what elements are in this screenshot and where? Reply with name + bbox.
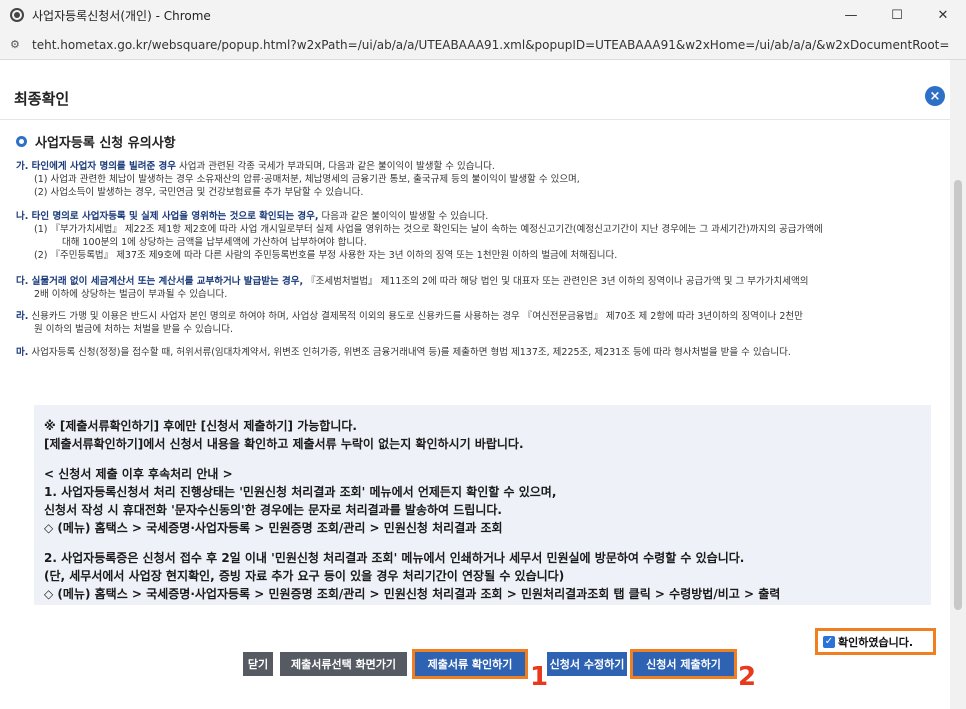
submit-application-button[interactable]: 신청서 제출하기 — [630, 649, 737, 679]
notice-text: 사업자등록 신청(정정)을 접수할 때, 허위서류(임대차계약서, 위변조 인허… — [28, 347, 791, 358]
notice-sub: (1) 『부가가치세법』 제22조 제1항 제2호에 따라 사업 개시일로부터 … — [34, 224, 823, 235]
section-title-text: 사업자등록 신청 유의사항 — [35, 136, 176, 151]
notice-lead: 마. — [16, 347, 29, 358]
window-close-button[interactable]: ✕ — [920, 0, 966, 30]
close-button[interactable]: 닫기 — [243, 652, 273, 676]
notice-sub: 대해 100분의 1에 상당하는 금액을 납부세액에 가산하여 납부하여야 합니… — [62, 237, 367, 248]
info-line: ◇ (메뉴) 홈택스 > 국세증명·사업자등록 > 민원증명 조회/관리 > 민… — [44, 587, 781, 601]
info-line: ※ [제출서류확인하기] 후에만 [신청서 제출하기] 가능합니다. — [44, 419, 357, 433]
notice-sub: 2배 이하에 상당하는 벌금이 부과될 수 있습니다. — [34, 289, 228, 300]
notice-sub: (1) 사업과 관련한 체납이 발생하는 경우 소유재산의 압류·공매처분, 체… — [34, 174, 580, 185]
notice-lead: 가. 타인에게 사업자 명의를 빌려준 경우 — [16, 161, 176, 172]
info-line: 1. 사업자등록신청서 처리 진행상태는 '민원신청 처리결과 조회' 메뉴에서… — [44, 485, 557, 499]
doc-select-button[interactable]: 제출서류선택 화면가기 — [280, 652, 407, 676]
info-line: ◇ (메뉴) 홈택스 > 국세증명·사업자등록 > 민원증명 조회/관리 > 민… — [44, 521, 503, 535]
check-icon[interactable]: ✓ — [823, 635, 835, 648]
maximize-button[interactable]: ☐ — [874, 0, 920, 30]
site-info-icon[interactable]: ⚙ — [10, 38, 24, 51]
step-marker-1: 1 — [530, 662, 549, 692]
notice-c: 다. 실물거래 없이 세금계산서 또는 계산서를 교부하거나 발급받는 경우, … — [16, 275, 941, 301]
page-scrollbar[interactable] — [950, 60, 966, 709]
confirm-checkbox[interactable]: ✓ 확인하였습니다. — [815, 628, 936, 655]
address-bar: ⚙ teht.hometax.go.kr/websquare/popup.htm… — [0, 30, 966, 60]
window-controls: — ☐ ✕ — [828, 0, 966, 30]
notice-e: 마. 사업자등록 신청(정정)을 접수할 때, 허위서류(임대차계약서, 위변조… — [16, 346, 941, 359]
confirm-label: 확인하였습니다. — [838, 635, 914, 649]
step-marker-2: 2 — [738, 662, 757, 692]
notice-sub: 원 이하의 벌금에 처하는 처벌을 받을 수 있습니다. — [34, 324, 233, 335]
notice-d: 라. 신용카드 가맹 및 이용은 반드시 사업자 본인 명의로 하여야 하며, … — [16, 310, 941, 336]
info-line: 신청서 작성 시 휴대전화 '문자수신동의'한 경우에는 문자로 처리결과를 발… — [44, 503, 502, 517]
bullet-icon — [16, 136, 27, 147]
window-title: 사업자등록신청서(개인) - Chrome — [32, 8, 211, 23]
info-line: (단, 세무서에서 사업장 현지확인, 증빙 자료 추가 요구 등이 있을 경우… — [44, 569, 565, 583]
notice-lead: 라. — [16, 311, 29, 322]
section-title: 사업자등록 신청 유의사항 — [16, 132, 176, 151]
notice-text: 다음과 같은 불이익이 발생할 수 있습니다. — [318, 211, 489, 222]
scrollbar-thumb[interactable] — [954, 180, 962, 610]
final-confirm-dialog: 최종확인 × 사업자등록 신청 유의사항 가. 타인에게 사업자 명의를 빌려준… — [0, 60, 950, 709]
info-line: [제출서류확인하기]에서 신청서 내용을 확인하고 제출서류 누락이 없는지 확… — [44, 437, 524, 451]
notice-text: 사업과 관련된 각종 국세가 부과되며, 다음과 같은 불이익이 발생할 수 있… — [176, 161, 495, 172]
window-titlebar: 사업자등록신청서(개인) - Chrome — ☐ ✕ — [0, 0, 966, 30]
notice-text: 신용카드 가맹 및 이용은 반드시 사업자 본인 명의로 하여야 하며, 사업상… — [28, 311, 803, 322]
info-line: < 신청서 제출 이후 후속처리 안내 > — [44, 467, 233, 481]
close-icon: × — [929, 88, 941, 104]
doc-check-button[interactable]: 제출서류 확인하기 — [412, 649, 528, 679]
minimize-button[interactable]: — — [828, 0, 874, 30]
notice-b: 나. 타인 명의로 사업자등록 및 실제 사업을 영위하는 것으로 확인되는 경… — [16, 210, 941, 262]
info-line: 2. 사업자등록증은 신청서 접수 후 2일 이내 '민원신청 처리결과 조회'… — [44, 551, 745, 565]
dialog-title: 최종확인 — [14, 90, 70, 108]
dialog-header: 최종확인 × — [0, 60, 950, 120]
notice-sub: (2) 『주민등록법』 제37조 제9호에 따라 다른 사람의 주민등록번호를 … — [34, 250, 618, 261]
notice-sub: (2) 사업소득이 발생하는 경우, 국민연금 및 건강보험료를 추가 부담할 … — [34, 187, 364, 198]
info-box: ※ [제출서류확인하기] 후에만 [신청서 제출하기] 가능합니다. [제출서류… — [34, 405, 931, 605]
chrome-icon — [10, 8, 24, 22]
notice-a: 가. 타인에게 사업자 명의를 빌려준 경우 사업과 관련된 각종 국세가 부과… — [16, 160, 941, 199]
url-text[interactable]: teht.hometax.go.kr/websquare/popup.html?… — [32, 38, 949, 52]
notice-lead: 다. 실물거래 없이 세금계산서 또는 계산서를 교부하거나 발급받는 경우, — [16, 276, 304, 287]
edit-application-button[interactable]: 신청서 수정하기 — [547, 652, 627, 676]
notice-text: 『조세범처벌법』 제11조의 2에 따라 해당 법인 및 대표자 또는 관련인은… — [303, 276, 809, 287]
dialog-close-button[interactable]: × — [925, 86, 945, 106]
notice-lead: 나. 타인 명의로 사업자등록 및 실제 사업을 영위하는 것으로 확인되는 경… — [16, 211, 319, 222]
